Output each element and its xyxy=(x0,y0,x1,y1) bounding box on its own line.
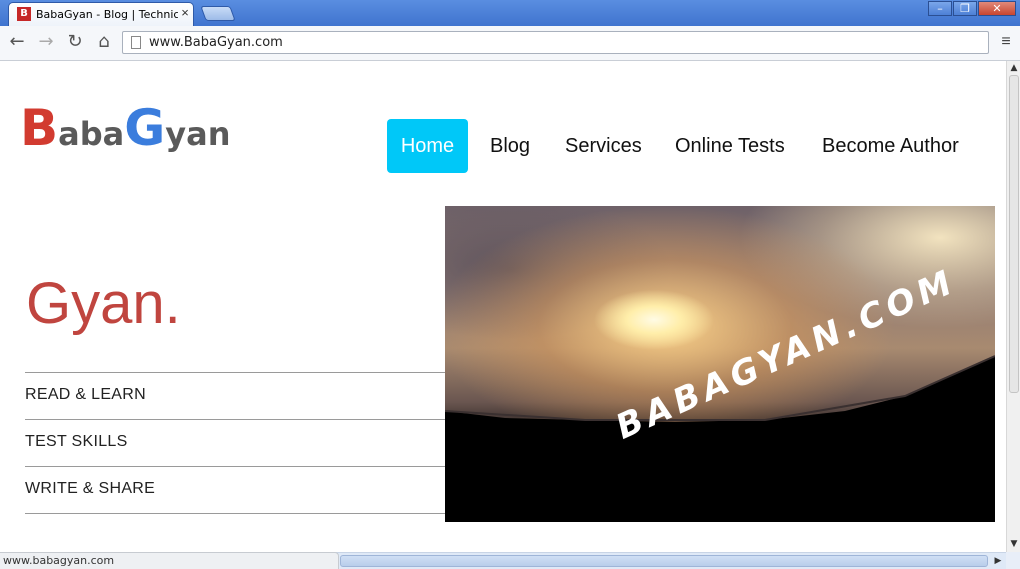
chrome-menu-icon[interactable]: ≡ xyxy=(998,33,1014,51)
reload-icon[interactable]: ↻ xyxy=(64,31,86,53)
vertical-scrollbar[interactable]: ▲ ▼ xyxy=(1006,61,1020,552)
vertical-scroll-thumb[interactable] xyxy=(1009,75,1019,393)
browser-titlebar: B BabaGyan - Blog | Technical ... × – ❐ … xyxy=(0,0,1020,26)
scroll-up-icon[interactable]: ▲ xyxy=(1007,61,1020,75)
nav-item-blog[interactable]: Blog xyxy=(490,119,530,173)
minimize-button[interactable]: – xyxy=(928,1,952,16)
babagyan-logo[interactable]: BabaGyan xyxy=(20,99,231,159)
nav-item-become-author[interactable]: Become Author xyxy=(822,119,959,173)
url-text[interactable]: www.BabaGyan.com xyxy=(149,35,283,50)
divider xyxy=(25,466,445,467)
feature-read-learn: READ & LEARN xyxy=(25,386,146,403)
divider xyxy=(25,513,445,514)
close-window-button[interactable]: ✕ xyxy=(978,1,1016,16)
logo-letter: a xyxy=(58,115,80,153)
page-icon xyxy=(131,36,141,49)
feature-test-skills: TEST SKILLS xyxy=(25,433,128,450)
nav-item-home[interactable]: Home xyxy=(387,119,468,173)
browser-tab[interactable]: B BabaGyan - Blog | Technical ... × xyxy=(8,2,194,26)
hero-title: Gyan. xyxy=(26,271,181,336)
logo-letter: B xyxy=(20,99,59,157)
hero-sunset-image: BABAGYAN.COM xyxy=(445,206,995,522)
tab-title: BabaGyan - Blog | Technical ... xyxy=(36,8,178,21)
logo-letter: G xyxy=(124,99,166,157)
logo-letter: n xyxy=(207,115,231,153)
restore-button[interactable]: ❐ xyxy=(953,1,977,16)
forward-arrow-icon[interactable]: → xyxy=(35,31,57,53)
site-favicon-icon: B xyxy=(17,7,31,21)
scroll-right-icon[interactable]: ▶ xyxy=(991,554,1005,568)
logo-letter: a xyxy=(102,115,125,153)
browser-toolbar: ← → ↻ ⌂ www.BabaGyan.com ≡ xyxy=(0,26,1020,61)
feature-write-share: WRITE & SHARE xyxy=(25,480,156,497)
logo-letter: b xyxy=(79,115,103,153)
new-tab-button[interactable] xyxy=(200,6,236,21)
page-viewport: BabaGyan Home Blog Services Online Tests… xyxy=(0,61,1006,552)
tab-close-icon[interactable]: × xyxy=(178,5,192,21)
logo-letter: y xyxy=(165,115,187,153)
nav-item-services[interactable]: Services xyxy=(565,119,642,173)
status-bar-url: www.babagyan.com xyxy=(0,552,339,569)
home-icon[interactable]: ⌂ xyxy=(93,31,115,53)
nav-item-online-tests[interactable]: Online Tests xyxy=(675,119,785,173)
scrollbar-corner xyxy=(1006,552,1020,569)
divider xyxy=(25,372,445,373)
scroll-down-icon[interactable]: ▼ xyxy=(1007,537,1020,551)
divider xyxy=(25,419,445,420)
horizontal-scroll-thumb[interactable] xyxy=(340,555,988,567)
back-arrow-icon[interactable]: ← xyxy=(6,31,28,53)
logo-letter: a xyxy=(186,115,208,153)
address-bar[interactable]: www.BabaGyan.com xyxy=(122,31,989,54)
